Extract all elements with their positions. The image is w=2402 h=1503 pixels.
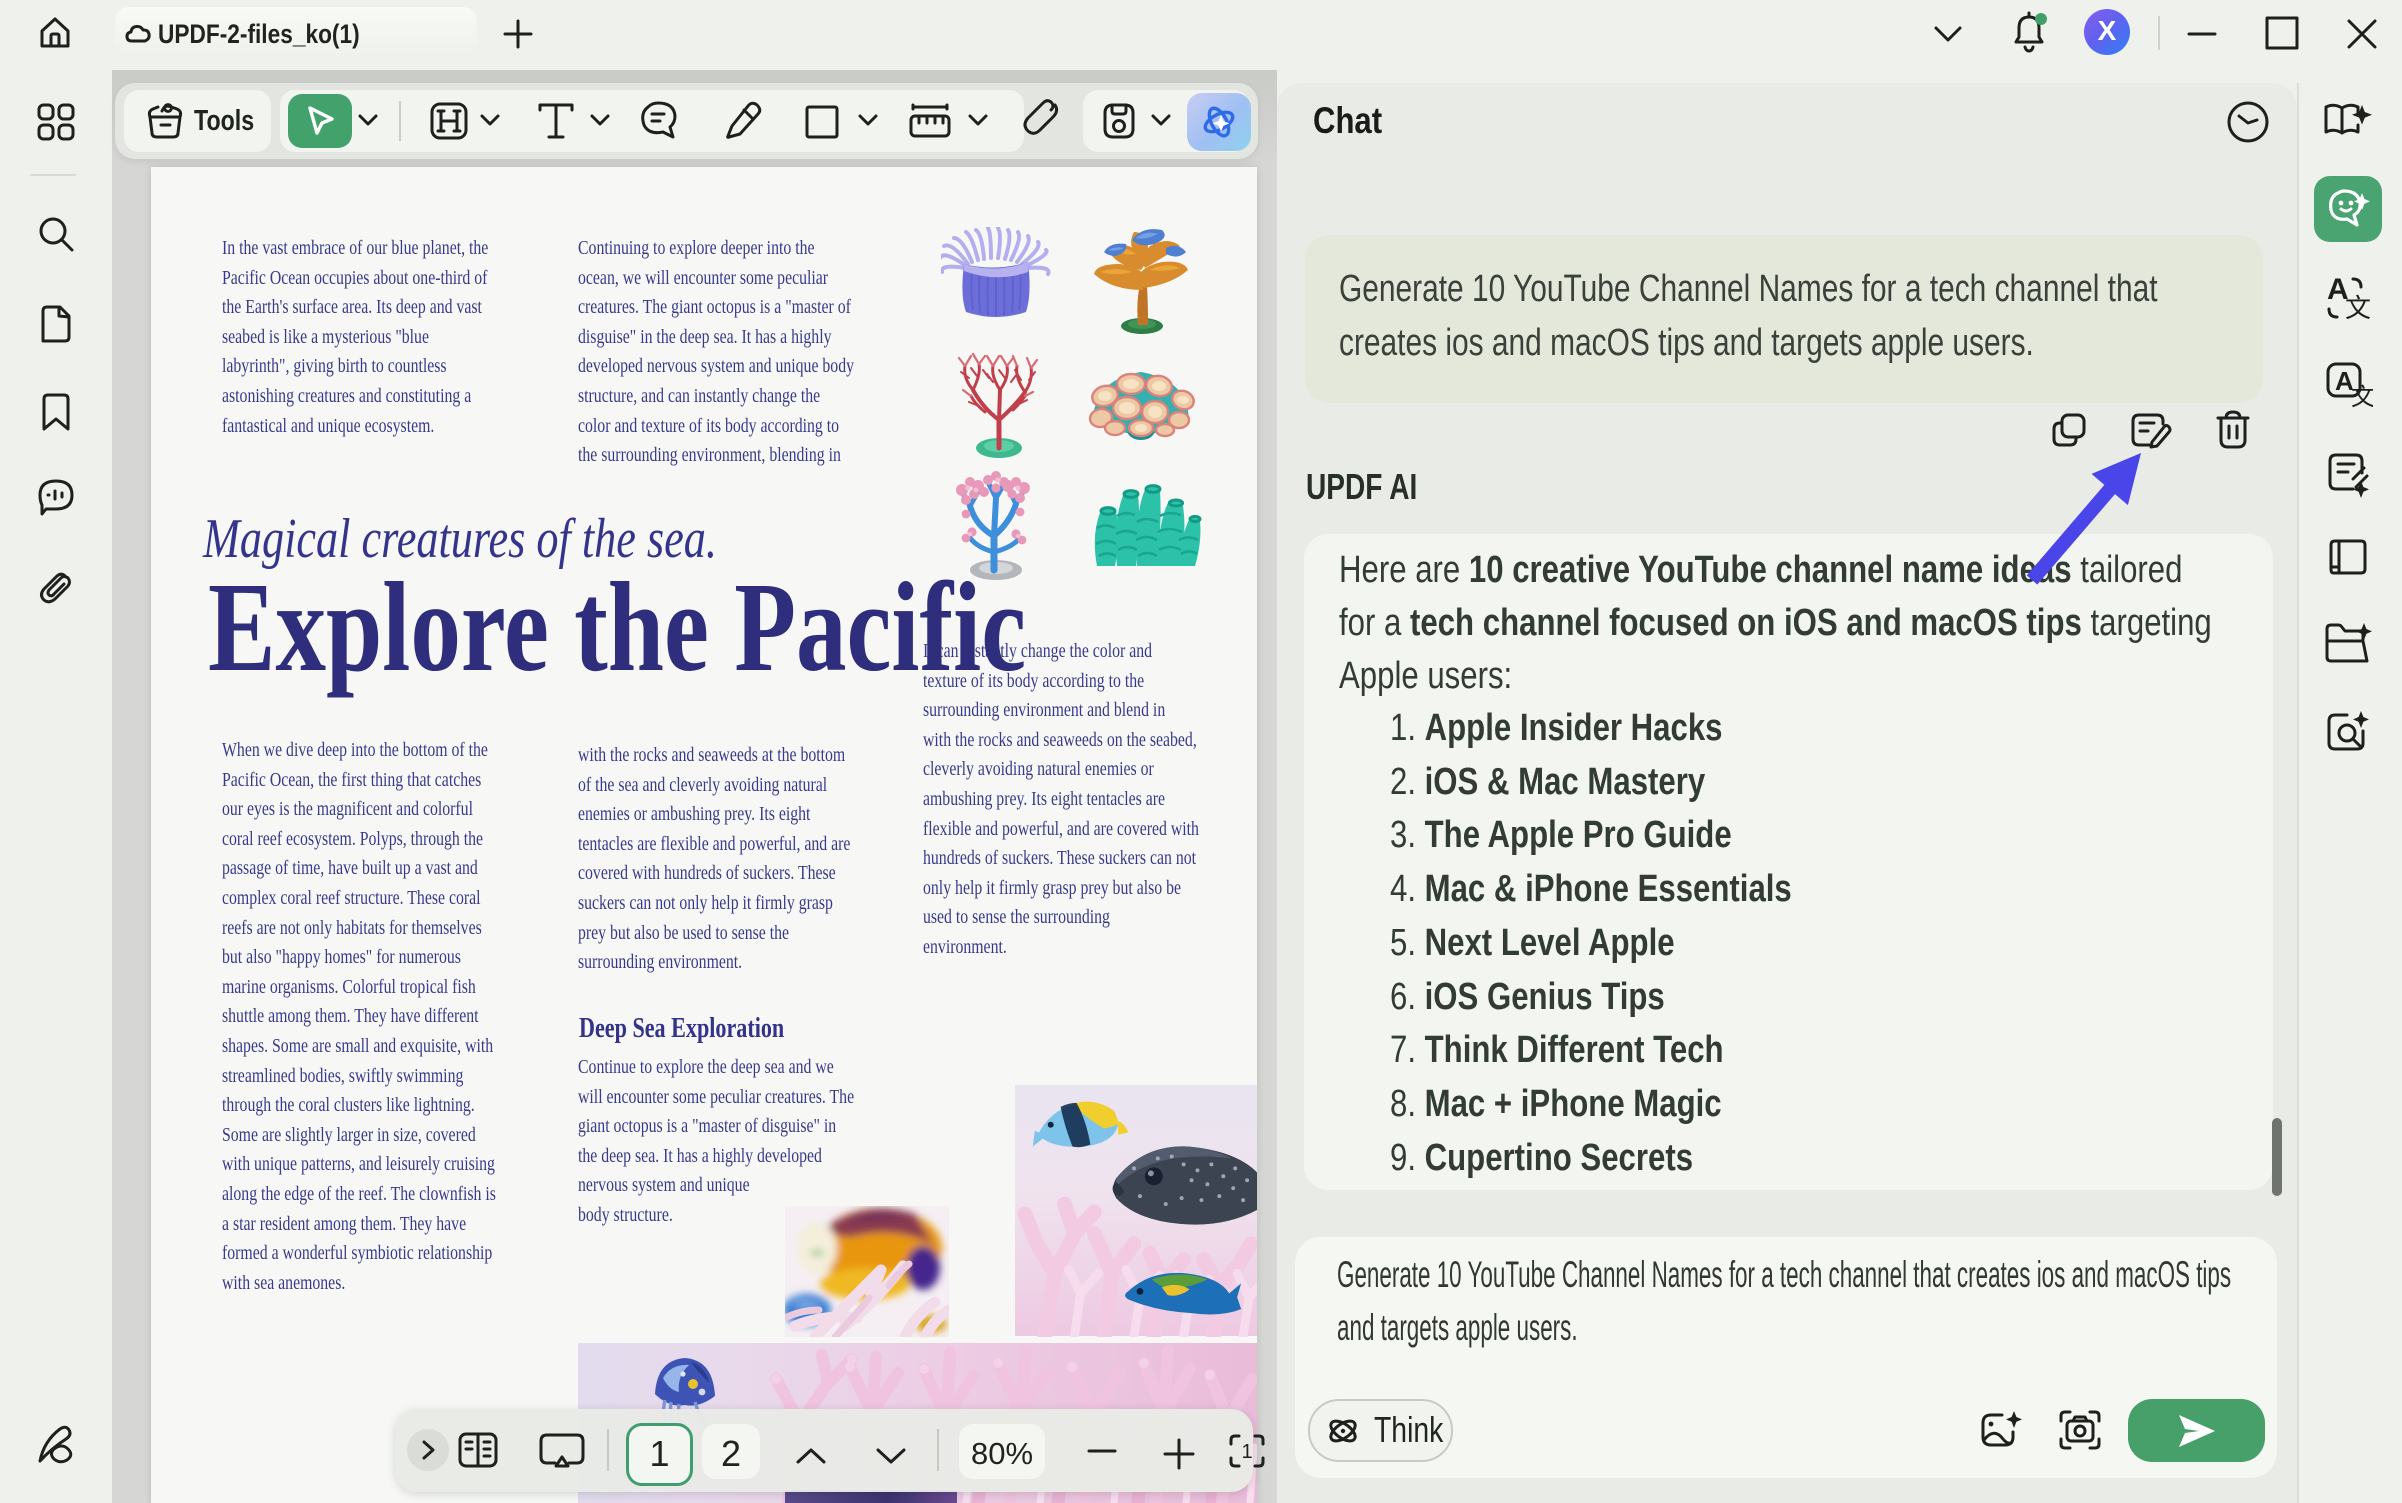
svg-text:文: 文 xyxy=(2351,384,2373,409)
svg-text:1: 1 xyxy=(1241,1441,1252,1463)
svg-text:文: 文 xyxy=(2345,293,2371,323)
